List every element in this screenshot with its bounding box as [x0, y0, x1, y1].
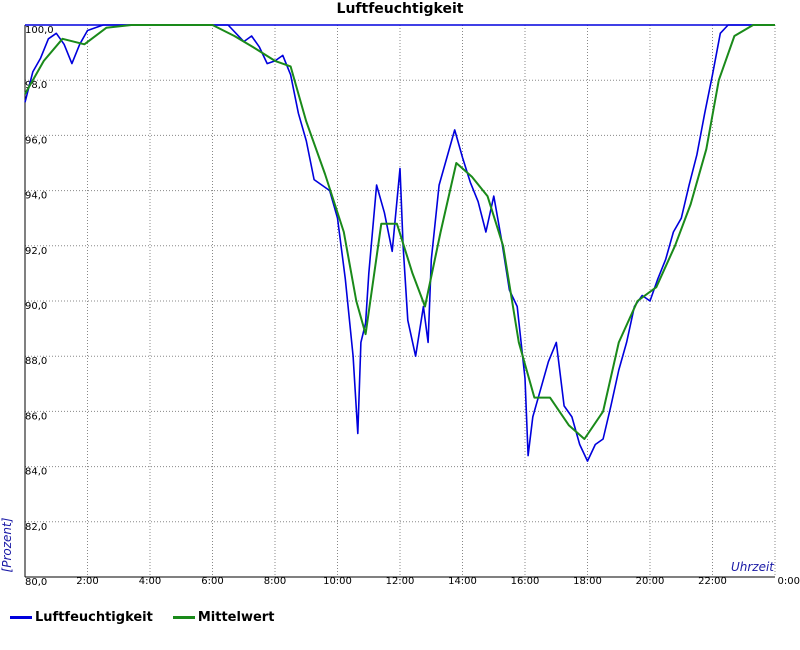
y-tick-label: 86,0 [25, 411, 47, 422]
legend-item-luftfeuchtigkeit: Luftfeuchtigkeit [10, 610, 153, 625]
y-tick-label: 84,0 [25, 467, 47, 478]
x-tick-label: 14:00 [448, 576, 477, 587]
x-tick-label: 4:00 [139, 576, 161, 587]
legend-label-luftfeuchtigkeit: Luftfeuchtigkeit [35, 609, 153, 625]
x-tick-label: 22:00 [698, 576, 727, 587]
legend: Luftfeuchtigkeit Mittelwert [10, 607, 294, 627]
x-tick-label: 20:00 [636, 576, 665, 587]
x-axis-label: Uhrzeit [731, 560, 775, 574]
x-tick-label: 8:00 [264, 576, 286, 587]
x-tick-labels: 2:00 4:00 6:00 8:00 10:00 12:00 14:00 16:00 18:0… [76, 576, 800, 587]
y-axis-label: [Prozent] [0, 517, 14, 572]
x-tick-label: 10:00 [323, 576, 352, 587]
y-tick-label: 92,0 [25, 246, 47, 257]
x-tick-label: 16:00 [511, 576, 540, 587]
legend-item-mittelwert: Mittelwert [172, 609, 275, 625]
x-tick-label: 0:00 [778, 576, 800, 587]
y-tick-label: 96,0 [25, 135, 47, 146]
x-tick-label: 6:00 [201, 576, 223, 587]
legend-label-mittelwert: Mittelwert [197, 609, 275, 625]
x-tick-label: 2:00 [76, 576, 98, 587]
y-tick-label: 100,0 [25, 25, 54, 36]
legend-swatch-mittelwert [172, 615, 195, 619]
humidity-chart: Luftfeuchtigkeit 80,0 82,0 84,0 86,0 88,0 90,… [0, 1, 800, 588]
legend-swatch-luftfeuchtigkeit [10, 615, 32, 619]
y-tick-label: 94,0 [25, 191, 47, 202]
y-tick-label: 88,0 [25, 356, 47, 367]
y-tick-label: 82,0 [25, 522, 47, 533]
chart-title: Luftfeuchtigkeit [337, 1, 464, 17]
y-tick-label: 80,0 [25, 577, 47, 588]
x-tick-label: 12:00 [386, 576, 415, 587]
y-tick-label: 90,0 [25, 301, 47, 312]
x-tick-label: 18:00 [573, 576, 602, 587]
